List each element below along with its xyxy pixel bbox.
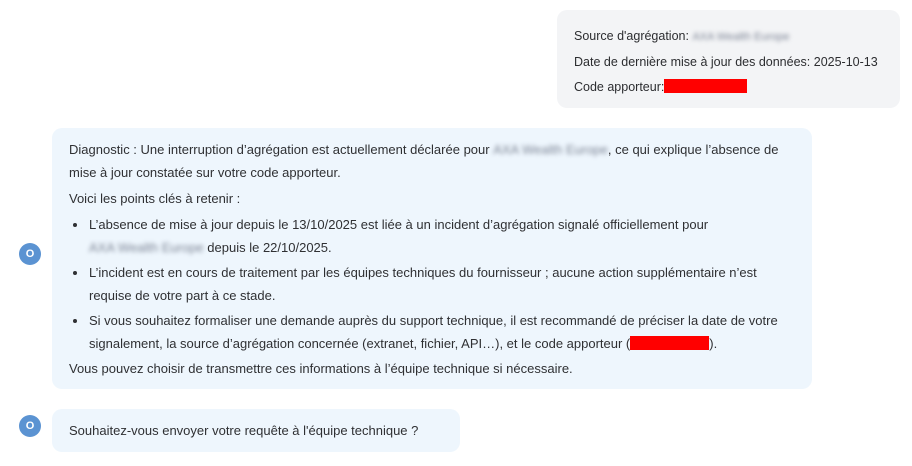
source-line: Source d'agrégation: AXA Wealth Europe (574, 24, 900, 50)
assistant-message-bubble: Diagnostic : Une interruption d’agrégati… (52, 128, 812, 389)
assistant-avatar: O (19, 415, 41, 437)
code-redacted (664, 79, 748, 93)
point-1-text-after: depuis le 22/10/2025. (207, 240, 332, 255)
points-intro: Voici les points clés à retenir : (69, 191, 241, 206)
update-value: 2025-10-13 (813, 55, 878, 69)
avatar-letter: O (25, 420, 35, 432)
assistant-question-bubble: Souhaitez-vous envoyer votre requête à l… (52, 409, 460, 452)
avatar-letter: O (25, 248, 35, 260)
code-redacted (630, 336, 710, 350)
point-2-text: L’incident est en cours de traitement pa… (89, 265, 757, 303)
point-3-text-after: ). (709, 336, 718, 351)
user-message-bubble: Source d'agrégation: AXA Wealth Europe D… (557, 10, 900, 108)
diagnostic-paragraph: Diagnostic : Une interruption d’agrégati… (69, 138, 794, 184)
diagnostic-source-blurred: AXA Wealth Europe (493, 142, 608, 157)
diagnostic-text: Diagnostic : Une interruption d’agrégati… (69, 142, 490, 157)
list-item: L’incident est en cours de traitement pa… (88, 261, 794, 307)
point-1-text: L’absence de mise à jour depuis le 13/10… (89, 217, 709, 232)
closing-text: Vous pouvez choisir de transmettre ces i… (69, 361, 573, 376)
list-item: Si vous souhaitez formaliser une demande… (88, 309, 794, 355)
chat-page: Source d'agrégation: AXA Wealth Europe D… (0, 0, 912, 466)
source-value-blurred: AXA Wealth Europe (692, 31, 790, 43)
key-points-list: L’absence de mise à jour depuis le 13/10… (69, 213, 794, 355)
code-label: Code apporteur: (574, 80, 665, 94)
update-line: Date de dernière mise à jour des données… (574, 50, 900, 75)
source-label: Source d'agrégation: (574, 29, 689, 43)
update-label: Date de dernière mise à jour des données… (574, 55, 811, 69)
point-1-source-blurred: AXA Wealth Europe (89, 240, 204, 255)
list-item: L’absence de mise à jour depuis le 13/10… (88, 213, 794, 259)
code-line: Code apporteur: (574, 75, 900, 100)
assistant-avatar: O (19, 243, 41, 265)
question-text: Souhaitez-vous envoyer votre requête à l… (69, 423, 419, 438)
